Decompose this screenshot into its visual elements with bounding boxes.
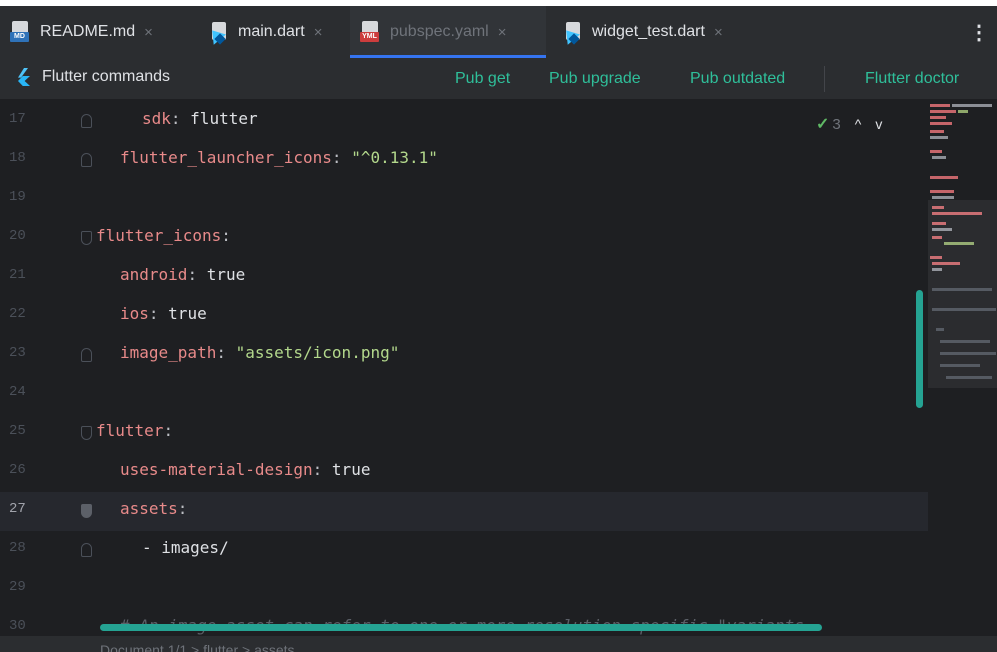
code-line: 24 [0, 375, 928, 414]
close-icon[interactable]: × [498, 24, 507, 41]
flutter-commands-bar: Flutter commands Pub get Pub upgrade Pub… [0, 58, 997, 100]
line-number: 23 [9, 345, 26, 361]
line-number: 20 [9, 228, 26, 244]
line-number: 24 [9, 384, 26, 400]
tab-menu-icon[interactable]: ⋮ [969, 20, 989, 45]
line-number: 29 [9, 579, 26, 595]
yaml-file-icon: YML [360, 21, 382, 43]
code-line: 25 flutter: [9, 421, 174, 440]
yaml-key: flutter_icons [96, 226, 222, 245]
tab-label: widget_test.dart [592, 23, 705, 40]
breadcrumb[interactable]: Document 1/1 > flutter > assets [100, 642, 295, 652]
yaml-value: flutter [190, 109, 258, 128]
yaml-value: true [206, 265, 246, 284]
line-number: 30 [9, 618, 26, 634]
previous-highlight-icon[interactable]: ^ [855, 116, 862, 132]
line-number: 26 [9, 462, 26, 478]
dart-file-icon [560, 21, 584, 45]
flutter-doctor-link[interactable]: Flutter doctor [865, 70, 959, 88]
tab-pubspec-yaml[interactable]: YML pubspec.yaml × [350, 6, 546, 58]
tab-widget-test[interactable]: widget_test.dart × [552, 6, 752, 58]
tab-label: pubspec.yaml [390, 23, 489, 40]
pub-upgrade-link[interactable]: Pub upgrade [549, 70, 641, 88]
yaml-key: assets [120, 499, 178, 518]
fold-marker-icon[interactable] [81, 153, 92, 167]
line-number: 22 [9, 306, 26, 322]
line-number: 28 [9, 540, 26, 556]
flutter-commands-title: Flutter commands [16, 68, 170, 86]
line-number: 25 [9, 423, 26, 439]
fold-marker-icon[interactable] [81, 426, 92, 440]
close-icon[interactable]: × [714, 24, 723, 41]
tab-label: main.dart [238, 23, 305, 40]
check-icon: ✓ [816, 116, 830, 133]
pub-get-link[interactable]: Pub get [455, 70, 510, 88]
code-line: 30 # An image asset can refer to one or … [0, 609, 928, 636]
separator [824, 66, 825, 92]
code-line: 23 image_path: "assets/icon.png" [9, 343, 400, 362]
code-editor[interactable]: 17 sdk: flutter ✓ 3 ^ v 18 flutter_launc… [0, 100, 997, 636]
close-icon[interactable]: × [144, 24, 153, 41]
markdown-file-icon: MD [10, 21, 32, 43]
yaml-key: android [120, 265, 188, 284]
flutter-commands-label: Flutter commands [42, 68, 171, 85]
editor-tab-bar: MD README.md × main.dart × YML pubspec.y… [0, 6, 997, 58]
line-number: 27 [9, 501, 26, 517]
yaml-string: "assets/icon.png" [235, 343, 400, 362]
vertical-scrollbar[interactable] [916, 290, 923, 408]
yaml-key: sdk [142, 109, 171, 128]
flutter-logo-icon [16, 68, 34, 86]
fold-marker-icon[interactable] [81, 114, 92, 128]
yaml-string: "^0.13.1" [351, 148, 438, 167]
line-number: 18 [9, 150, 26, 166]
code-line: 22 ios: true [9, 304, 207, 323]
code-line: 28 - images/ [0, 531, 928, 570]
yaml-key: uses-material-design [120, 460, 313, 479]
close-icon[interactable]: × [314, 24, 323, 41]
yaml-value: true [168, 304, 207, 323]
code-line-current: 27 assets: [0, 492, 928, 531]
fold-marker-icon[interactable] [81, 504, 92, 518]
code-line: 20 flutter_icons: [9, 226, 231, 245]
tab-label: README.md [40, 23, 136, 40]
line-number: 17 [9, 111, 26, 127]
yaml-key: image_path [120, 343, 217, 362]
next-highlight-icon[interactable]: v [875, 116, 882, 132]
code-line: 17 sdk: flutter ✓ 3 ^ v [9, 109, 883, 134]
yaml-list-item: - images/ [142, 538, 229, 557]
pub-outdated-link[interactable]: Pub outdated [690, 70, 785, 88]
yaml-key: ios [120, 304, 149, 323]
tab-main-dart[interactable]: main.dart × [198, 6, 348, 58]
code-line: 18 flutter_launcher_icons: "^0.13.1" [9, 148, 438, 167]
line-number: 21 [9, 267, 26, 283]
fold-marker-icon[interactable] [81, 231, 92, 245]
code-line: 19 [0, 180, 928, 219]
code-line: 29 [0, 570, 928, 609]
fold-marker-icon[interactable] [81, 543, 92, 557]
minimap-viewport[interactable] [928, 200, 997, 388]
code-line: 26 uses-material-design: true [9, 460, 371, 479]
inspection-widget[interactable]: ✓ 3 ^ v [816, 114, 882, 134]
horizontal-scrollbar[interactable] [100, 624, 822, 631]
yaml-value: true [331, 460, 371, 479]
dart-file-icon [206, 21, 230, 45]
code-line: 21 android: true [9, 265, 246, 284]
inspection-count: 3 [832, 115, 841, 133]
line-number: 19 [9, 189, 26, 205]
fold-marker-icon[interactable] [81, 348, 92, 362]
breadcrumb-bar: Document 1/1 > flutter > assets [0, 636, 997, 652]
yaml-key: flutter_launcher_icons [120, 148, 332, 167]
tab-readme[interactable]: MD README.md × [0, 6, 190, 58]
yaml-key: flutter [96, 421, 164, 440]
